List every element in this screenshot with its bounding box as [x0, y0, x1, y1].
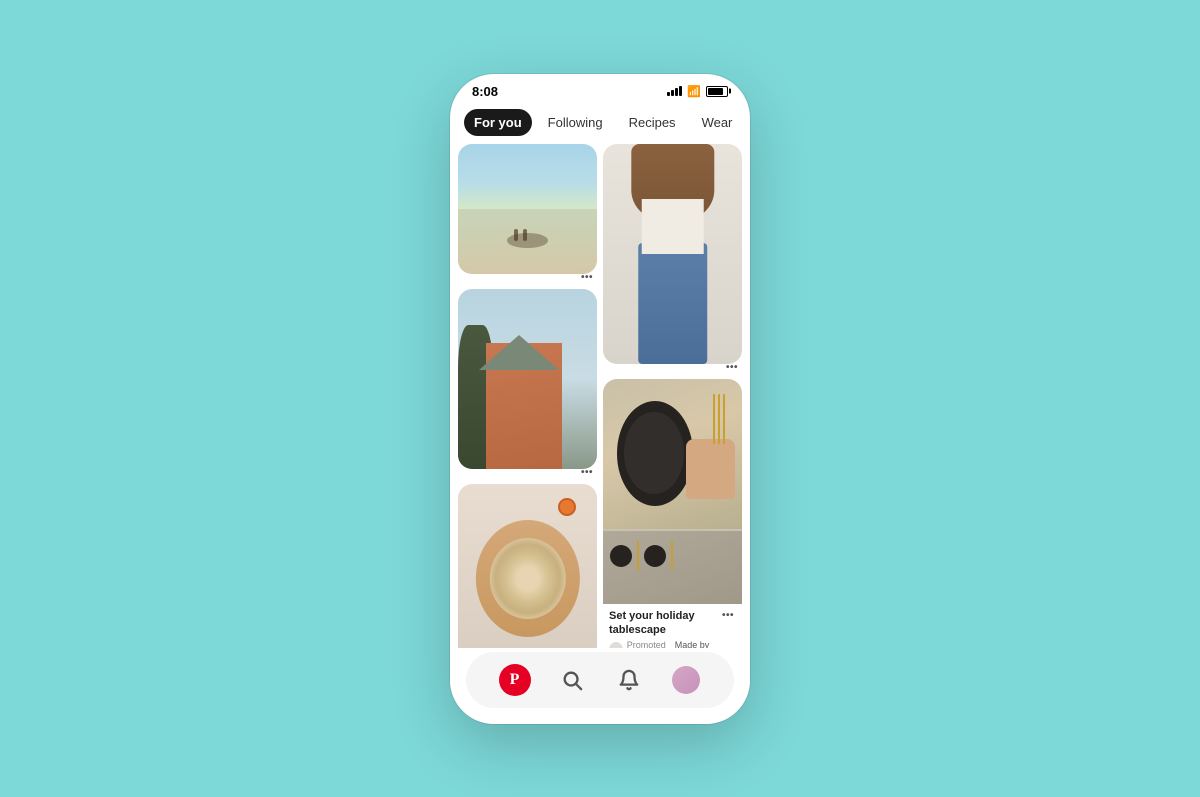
- fork-group: [713, 394, 725, 444]
- nav-profile[interactable]: [668, 662, 704, 698]
- nav-notifications[interactable]: [611, 662, 647, 698]
- status-time: 8:08: [472, 84, 498, 99]
- left-column: ••• •••: [458, 144, 597, 648]
- barn-roof: [479, 335, 559, 370]
- promoted-by-row: Promoted by Made by Camden: [609, 640, 736, 647]
- beach-image: [458, 144, 597, 274]
- figure-2: [523, 229, 527, 241]
- table-bottom-image: [603, 529, 742, 604]
- tab-following[interactable]: Following: [538, 109, 613, 136]
- small-plate-2: [644, 545, 666, 567]
- tab-for-you[interactable]: For you: [464, 109, 532, 136]
- orange-slice: [558, 498, 576, 516]
- promoted-avatar: [609, 642, 623, 647]
- status-icons: 📶: [667, 85, 728, 98]
- barn-image: [458, 289, 597, 469]
- signal-bar-3: [675, 88, 678, 96]
- fork-1: [713, 394, 715, 444]
- battery-icon: [706, 86, 728, 97]
- bottom-nav-container: P: [450, 648, 750, 724]
- nav-home[interactable]: P: [497, 662, 533, 698]
- fashion-jeans: [638, 243, 708, 364]
- pin-barn[interactable]: •••: [458, 289, 597, 478]
- small-fork-2: [671, 541, 673, 571]
- phone-frame: 8:08 📶 For you Following Recipes Wear: [450, 74, 750, 724]
- content-area: ••• •••: [450, 144, 750, 648]
- fork-3: [723, 394, 725, 444]
- pinterest-logo-icon: P: [499, 664, 531, 696]
- promoted-info: ••• Set your holiday tablescape Promoted…: [603, 604, 742, 648]
- signal-bar-2: [671, 90, 674, 96]
- small-fork-1: [637, 541, 639, 571]
- pin-fashion[interactable]: •••: [603, 144, 742, 373]
- pins-grid: ••• •••: [450, 144, 750, 648]
- pie-image: [458, 484, 597, 648]
- status-bar: 8:08 📶: [450, 74, 750, 103]
- tab-wear[interactable]: Wear: [692, 109, 743, 136]
- promoted-more-dots[interactable]: •••: [722, 610, 734, 621]
- pin-pie[interactable]: [458, 484, 597, 648]
- promoted-brand-name: Made by Camden: [675, 640, 736, 647]
- nav-tabs: For you Following Recipes Wear: [450, 103, 750, 144]
- wifi-icon: 📶: [687, 85, 701, 98]
- signal-bar-1: [667, 92, 670, 96]
- profile-avatar: [672, 666, 700, 694]
- hand: [686, 439, 735, 499]
- nav-search[interactable]: [554, 662, 590, 698]
- table-top-image: [603, 379, 742, 529]
- plate-top: [624, 412, 684, 495]
- fork-2: [718, 394, 720, 444]
- signal-bar-4: [679, 86, 682, 96]
- right-column: •••: [603, 144, 742, 648]
- figure-1: [514, 229, 518, 241]
- beach-figures: [514, 229, 527, 241]
- battery-fill: [708, 88, 723, 95]
- plates-row: [610, 541, 673, 571]
- search-icon: [561, 669, 583, 691]
- pie-swirl: [489, 538, 565, 619]
- bottom-nav: P: [466, 652, 734, 708]
- fashion-image: [603, 144, 742, 364]
- bell-icon: [618, 669, 640, 691]
- signal-bars-icon: [667, 86, 682, 96]
- small-plate-1: [610, 545, 632, 567]
- promoted-title: Set your holiday tablescape: [609, 609, 736, 638]
- tab-recipes[interactable]: Recipes: [619, 109, 686, 136]
- pin-table-setting[interactable]: ••• Set your holiday tablescape Promoted…: [603, 379, 742, 648]
- promoted-by-label: Promoted by: [627, 640, 671, 647]
- pin-beach[interactable]: •••: [458, 144, 597, 283]
